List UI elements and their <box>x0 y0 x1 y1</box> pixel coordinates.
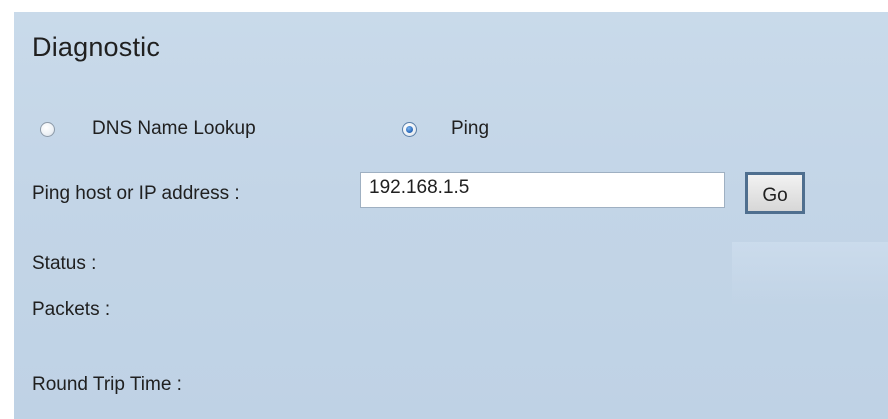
radio-dns-name-lookup[interactable] <box>40 122 55 137</box>
round-trip-time-label: Round Trip Time : <box>32 374 182 395</box>
status-label: Status : <box>32 253 97 274</box>
packets-label: Packets : <box>32 299 111 320</box>
panel-shading <box>732 242 888 304</box>
go-button[interactable]: Go <box>745 172 805 214</box>
radio-label-ping[interactable]: Ping <box>451 118 489 140</box>
diagnostic-panel: Diagnostic DNS Name Lookup Ping Ping hos… <box>14 12 888 419</box>
page-title: Diagnostic <box>32 32 161 62</box>
ping-host-label: Ping host or IP address : <box>32 183 240 204</box>
radio-label-dns-name-lookup[interactable]: DNS Name Lookup <box>92 118 256 140</box>
radio-ping[interactable] <box>402 122 417 137</box>
go-button-label: Go <box>762 185 788 206</box>
radio-dot-icon <box>406 126 413 133</box>
ping-host-input[interactable] <box>360 172 725 208</box>
